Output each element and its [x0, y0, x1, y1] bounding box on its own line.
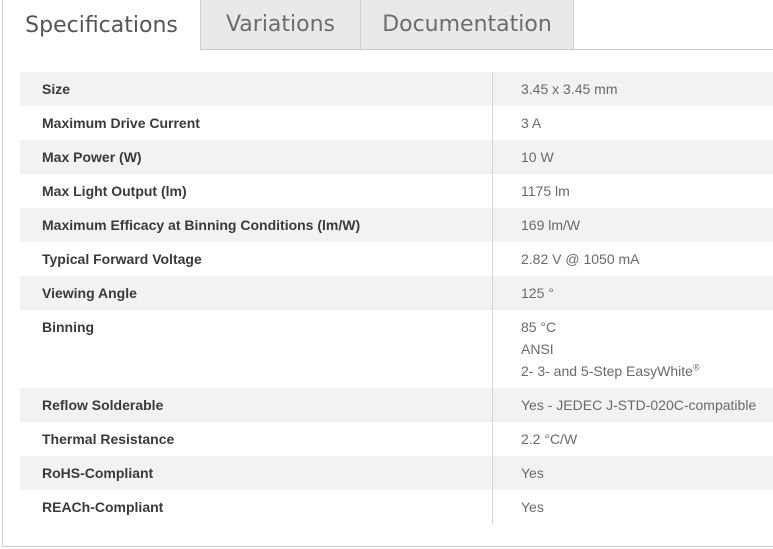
spec-value: 169 lm/W	[493, 208, 773, 242]
spec-label: Maximum Drive Current	[20, 106, 493, 140]
spec-value: Yes - JEDEC J-STD-020C-compatible	[493, 388, 773, 422]
table-row: Thermal Resistance 2.2 °C/W	[20, 422, 773, 456]
spec-label: Maximum Efficacy at Binning Conditions (…	[20, 208, 493, 242]
spec-table: Size 3.45 x 3.45 mm Maximum Drive Curren…	[20, 72, 773, 524]
spec-label: Max Light Output (lm)	[20, 174, 493, 208]
spec-value: 10 W	[493, 140, 773, 174]
table-row: Size 3.45 x 3.45 mm	[20, 72, 773, 106]
spec-value: 1175 lm	[493, 174, 773, 208]
spec-value: 2.82 V @ 1050 mA	[493, 242, 773, 276]
spec-value-line: 1175 lm	[521, 183, 570, 199]
table-row: Viewing Angle 125 °	[20, 276, 773, 310]
spec-label: Viewing Angle	[20, 276, 493, 310]
spec-value-line: 2.82 V @ 1050 mA	[521, 251, 640, 267]
spec-value-line: Yes	[521, 465, 544, 481]
tab-documentation[interactable]: Documentation	[361, 0, 574, 49]
spec-value: 2.2 °C/W	[493, 422, 773, 456]
table-row: Max Light Output (lm) 1175 lm	[20, 174, 773, 208]
spec-value: Yes	[493, 490, 773, 524]
table-row: Maximum Drive Current 3 A	[20, 106, 773, 140]
table-row: Maximum Efficacy at Binning Conditions (…	[20, 208, 773, 242]
spec-value-line: Yes	[521, 499, 544, 515]
table-row: Typical Forward Voltage 2.82 V @ 1050 mA	[20, 242, 773, 276]
spec-value-text: 2- 3- and 5-Step EasyWhite	[521, 363, 693, 379]
spec-label: Typical Forward Voltage	[20, 242, 493, 276]
tab-variations[interactable]: Variations	[201, 0, 361, 49]
tab-specifications[interactable]: Specifications	[3, 0, 201, 50]
spec-value: 3 A	[493, 106, 773, 140]
spec-value-line: ANSI	[521, 341, 554, 357]
spec-value: 85 °C ANSI 2- 3- and 5-Step EasyWhite®	[493, 310, 773, 388]
spec-label: Reflow Solderable	[20, 388, 493, 422]
spec-label: RoHS-Compliant	[20, 456, 493, 490]
spec-value: 3.45 x 3.45 mm	[493, 72, 773, 106]
spec-value-line: 85 °C	[521, 319, 557, 335]
table-row: Binning 85 °C ANSI 2- 3- and 5-Step Easy…	[20, 310, 773, 388]
spec-label: Max Power (W)	[20, 140, 493, 174]
spec-label: REACh-Compliant	[20, 490, 493, 524]
spec-value-line: 169 lm/W	[521, 217, 581, 233]
spec-label: Thermal Resistance	[20, 422, 493, 456]
spec-value: Yes	[493, 456, 773, 490]
spec-label: Size	[20, 72, 493, 106]
spec-value-line: 3.45 x 3.45 mm	[521, 81, 618, 97]
tab-bar: Specifications Variations Documentation	[0, 0, 773, 50]
spec-value-line: Yes - JEDEC J-STD-020C-compatible	[521, 397, 757, 413]
spec-value: 125 °	[493, 276, 773, 310]
spec-value-line: 10 W	[521, 149, 554, 165]
tab-divider	[201, 49, 773, 50]
spec-value-line: 3 A	[521, 115, 542, 131]
table-row: Max Power (W) 10 W	[20, 140, 773, 174]
spec-value-line: 2.2 °C/W	[521, 431, 578, 447]
table-row: Reflow Solderable Yes - JEDEC J-STD-020C…	[20, 388, 773, 422]
registered-mark: ®	[692, 362, 700, 373]
table-row: RoHS-Compliant Yes	[20, 456, 773, 490]
table-row: REACh-Compliant Yes	[20, 490, 773, 524]
spec-label: Binning	[20, 310, 493, 388]
spec-value-line: 125 °	[521, 285, 554, 301]
spec-value-line: 2- 3- and 5-Step EasyWhite®	[521, 360, 773, 382]
